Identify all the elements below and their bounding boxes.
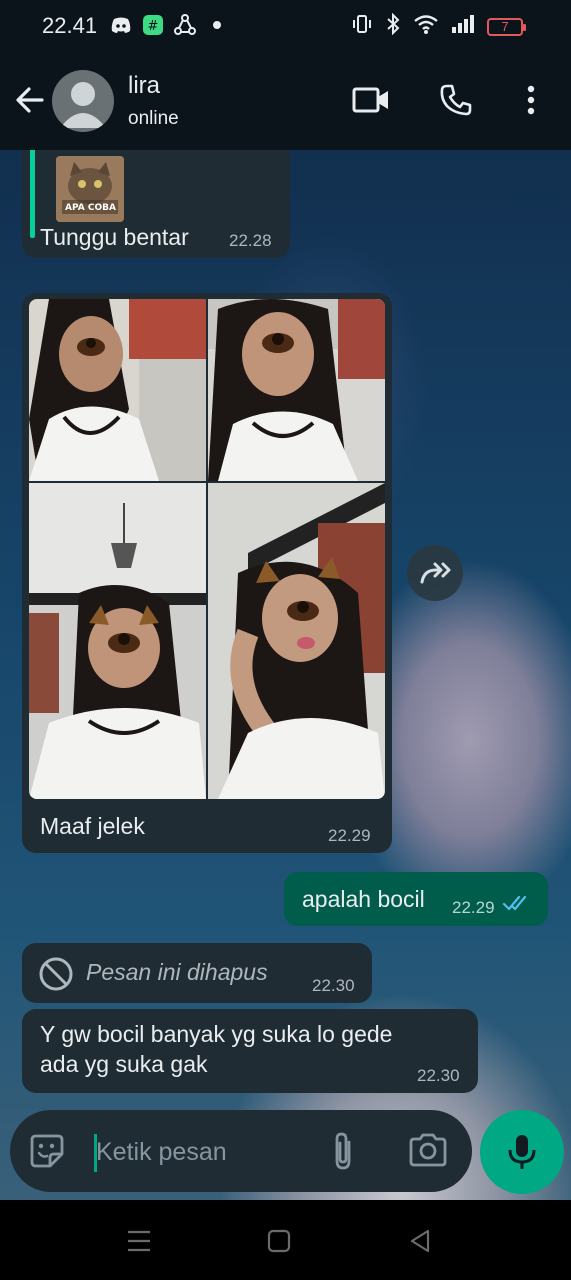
notification-icons: # xyxy=(110,14,228,36)
camera-icon[interactable] xyxy=(408,1132,448,1173)
battery-indicator: 7 xyxy=(487,17,526,36)
contact-status: online xyxy=(128,108,179,129)
forward-icon[interactable] xyxy=(407,545,463,601)
photo-3[interactable] xyxy=(29,483,206,799)
message-text: Tunggu bentar xyxy=(40,224,189,250)
message-bubble-last[interactable]: Y gw bocil banyak yg suka lo gede ada yg… xyxy=(22,1009,478,1093)
contact-name[interactable]: lira xyxy=(128,72,160,100)
photo-2[interactable] xyxy=(208,299,385,481)
message-time: 22.29 xyxy=(452,898,495,917)
quote-bar xyxy=(30,150,35,238)
nav-back-icon[interactable] xyxy=(404,1225,436,1257)
message-time: 22.28 xyxy=(229,231,272,250)
status-time: 22.41 xyxy=(42,13,98,38)
message-text-line-2: ada yg suka gak xyxy=(40,1051,208,1077)
message-text-line-1: Y gw bocil banyak yg suka lo gede xyxy=(40,1021,393,1047)
wifi-icon xyxy=(413,13,439,40)
default-avatar-icon[interactable] xyxy=(52,70,114,132)
recent-apps-icon[interactable] xyxy=(123,1225,155,1257)
message-text: Maaf jelek xyxy=(40,813,145,839)
vibrate-icon xyxy=(351,13,373,40)
message-bubble-sent[interactable]: apalah bocil 22.29 xyxy=(284,872,548,926)
message-bubble-reply[interactable]: APA COBA Tunggu bentar 22.28 xyxy=(22,150,290,258)
status-bar: 22.41 # 7 xyxy=(0,0,571,52)
message-input[interactable]: Ketik pesan xyxy=(96,1138,227,1167)
share-icon xyxy=(174,14,196,36)
svg-text:#: # xyxy=(148,19,159,34)
mic-icon[interactable] xyxy=(480,1110,564,1194)
photo-1[interactable] xyxy=(29,299,206,481)
system-navigation-bar xyxy=(0,1200,571,1280)
system-indicators: 7 xyxy=(351,12,526,40)
home-icon[interactable] xyxy=(263,1225,295,1257)
message-bubble-deleted[interactable]: Pesan ini dihapus 22.30 xyxy=(22,943,372,1003)
block-icon xyxy=(38,956,74,997)
photo-grid[interactable] xyxy=(29,299,385,799)
sticker-icon[interactable] xyxy=(28,1132,66,1175)
message-input-bar: Ketik pesan xyxy=(10,1110,472,1192)
app-notification-icon: # xyxy=(142,14,164,36)
back-arrow-icon[interactable] xyxy=(12,82,48,118)
message-time: 22.30 xyxy=(312,976,355,995)
quoted-image-caption: APA COBA xyxy=(65,203,116,213)
battery-level: 7 xyxy=(501,19,509,34)
video-call-icon[interactable] xyxy=(351,80,391,120)
attach-icon[interactable] xyxy=(330,1130,356,1177)
bluetooth-icon xyxy=(385,12,401,40)
message-time: 22.30 xyxy=(417,1066,460,1085)
phone-icon[interactable] xyxy=(436,80,476,120)
message-text: apalah bocil xyxy=(302,886,425,912)
signal-icon xyxy=(451,14,475,39)
quoted-image[interactable]: APA COBA xyxy=(56,156,124,222)
deleted-text: Pesan ini dihapus xyxy=(86,959,268,985)
more-vert-icon[interactable] xyxy=(511,80,551,120)
dot-icon xyxy=(206,14,228,36)
read-ticks-icon xyxy=(502,894,532,917)
photo-4[interactable] xyxy=(208,483,385,799)
discord-icon xyxy=(110,14,132,36)
chat-area[interactable]: APA COBA Tunggu bentar 22.28 Maaf jelek … xyxy=(0,150,571,1200)
message-time: 22.29 xyxy=(328,826,371,845)
chat-header: lira online xyxy=(0,52,571,150)
